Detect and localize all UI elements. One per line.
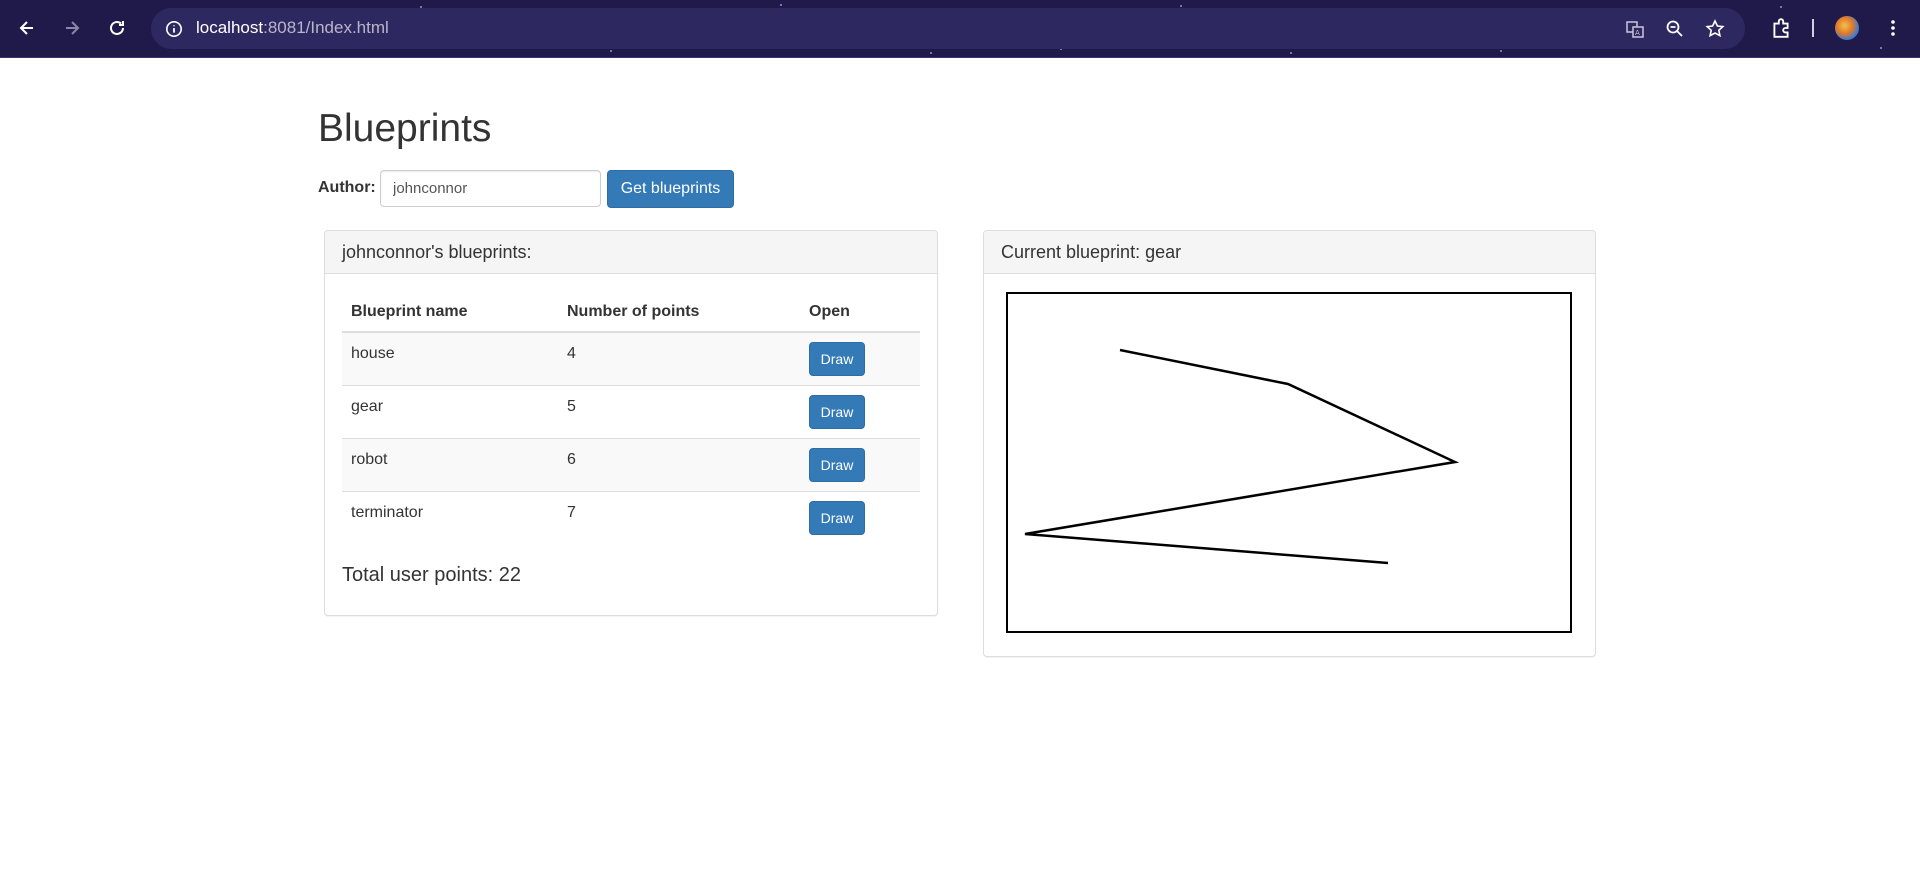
- site-info-icon[interactable]: [163, 18, 185, 40]
- back-button[interactable]: [13, 14, 41, 42]
- table-row: terminator 7 Draw: [342, 490, 920, 544]
- draw-button-house[interactable]: Draw: [809, 342, 865, 376]
- bookmark-star-icon[interactable]: [1704, 18, 1726, 40]
- blueprint-polyline: [1024, 348, 1460, 565]
- total-user-points: Total user points: 22: [342, 564, 521, 586]
- current-blueprint-heading: Current blueprint: gear: [984, 231, 1595, 274]
- blueprint-points: 7: [558, 490, 800, 544]
- translate-icon[interactable]: A: [1624, 18, 1646, 40]
- current-blueprint-panel: Current blueprint: gear: [983, 230, 1596, 657]
- get-blueprints-button[interactable]: Get blueprints: [607, 170, 734, 208]
- zoom-icon[interactable]: [1664, 18, 1686, 40]
- blueprints-table: Blueprint name Number of points Open hou…: [342, 293, 920, 544]
- extensions-icon[interactable]: [1768, 15, 1794, 41]
- draw-button-terminator[interactable]: Draw: [809, 500, 865, 535]
- author-input[interactable]: [380, 170, 601, 207]
- arrow-right-icon: [66, 21, 80, 35]
- blueprints-list-panel: johnconnor's blueprints: Blueprint name …: [324, 230, 938, 616]
- table-row: robot 6 Draw: [342, 437, 920, 491]
- reload-icon: [110, 20, 124, 35]
- menu-kebab-icon[interactable]: [1880, 15, 1906, 41]
- reload-button[interactable]: [103, 14, 131, 42]
- blueprint-name: terminator: [342, 490, 558, 544]
- column-header-name: Blueprint name: [342, 293, 558, 333]
- url-text: localhost:8081/Index.html: [196, 18, 389, 37]
- blueprint-name: gear: [342, 384, 558, 438]
- blueprint-points: 6: [558, 437, 800, 491]
- blueprints-panel-heading: johnconnor's blueprints:: [325, 231, 937, 274]
- toolbar-divider: [1812, 19, 1814, 37]
- browser-toolbar: localhost:8081/Index.html A: [0, 0, 1920, 58]
- profile-avatar[interactable]: [1835, 16, 1859, 40]
- table-row: gear 5 Draw: [342, 384, 920, 438]
- svg-text:A: A: [1635, 29, 1640, 37]
- address-bar[interactable]: localhost:8081/Index.html A: [151, 8, 1745, 49]
- table-row: house 4 Draw: [342, 331, 920, 385]
- blueprint-name: robot: [342, 437, 558, 491]
- forward-button[interactable]: [58, 14, 86, 42]
- column-header-points: Number of points: [558, 293, 800, 333]
- blueprint-points: 4: [558, 331, 800, 385]
- draw-button-robot[interactable]: Draw: [809, 447, 865, 482]
- column-header-open: Open: [800, 293, 920, 333]
- arrow-left-icon: [19, 21, 33, 35]
- blueprint-canvas[interactable]: [1006, 292, 1572, 633]
- page-title: Blueprints: [318, 107, 492, 150]
- draw-button-gear[interactable]: Draw: [809, 394, 865, 429]
- blueprint-drawing: [1024, 348, 1460, 565]
- blueprint-name: house: [342, 331, 558, 385]
- table-header-row: Blueprint name Number of points Open: [342, 293, 920, 333]
- blueprint-points: 5: [558, 384, 800, 438]
- author-label: Author:: [318, 179, 376, 196]
